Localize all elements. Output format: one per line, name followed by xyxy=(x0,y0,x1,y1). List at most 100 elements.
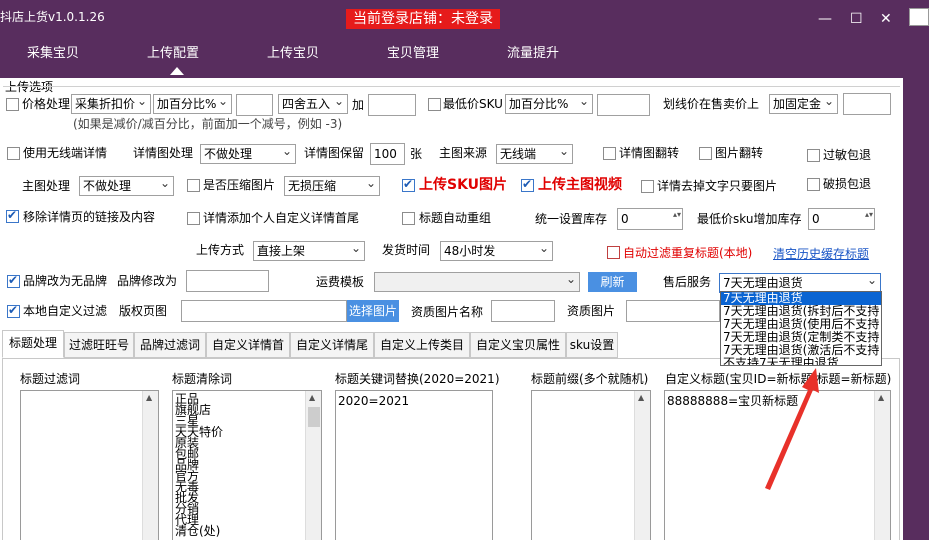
upload-sku-image-checkbox[interactable] xyxy=(402,177,415,192)
prefix-scrollbar[interactable]: ▲ xyxy=(634,391,650,540)
nav-tab-collect[interactable]: 采集宝贝 xyxy=(3,44,103,64)
clear-cache-link[interactable]: 清空历史缓存标题 xyxy=(773,246,869,262)
price-add-input[interactable] xyxy=(368,94,416,116)
nav-tab-upload-config[interactable]: 上传配置 xyxy=(123,44,223,64)
min-sku-stock-spinner[interactable]: 0 xyxy=(808,208,875,230)
local-filter-checkbox[interactable] xyxy=(7,303,20,318)
filter-words-textarea[interactable]: ▲ xyxy=(20,390,159,540)
maximize-button[interactable]: ☐ xyxy=(850,12,863,26)
qualification-name-input[interactable] xyxy=(491,300,555,322)
close-button[interactable]: ✕ xyxy=(880,12,892,26)
tab-custom-detail-head[interactable]: 自定义详情首 xyxy=(206,332,290,358)
price-source-select[interactable]: 采集折扣价 xyxy=(71,94,151,114)
clear-words-scrollbar[interactable]: ▲ xyxy=(305,391,321,540)
main-image-source-select[interactable]: 无线端 xyxy=(496,144,573,164)
shipping-template-select[interactable] xyxy=(374,272,580,292)
price-rounding-select[interactable]: 四舍五入 xyxy=(278,94,348,114)
tab-title-process[interactable]: 标题处理 xyxy=(2,330,64,358)
side-panel-button[interactable] xyxy=(909,8,929,26)
price-hint: (如果是减价/减百分比，前面加一个减号，例如 -3) xyxy=(73,117,343,131)
title-bar: 抖店上货v1.0.1.26 当前登录店铺：未登录 — ☐ ✕ 采集宝贝 上传配置… xyxy=(0,0,929,78)
image-flip-checkbox[interactable] xyxy=(699,147,712,160)
brand-modify-input[interactable] xyxy=(186,270,269,292)
upload-method-select[interactable]: 直接上架 xyxy=(253,241,365,261)
custom-title-scrollbar[interactable]: ▲ xyxy=(874,391,890,540)
price-mode-select[interactable]: 加百分比% xyxy=(153,94,232,114)
compress-select[interactable]: 无损压缩 xyxy=(284,176,380,196)
detail-flip-checkbox[interactable] xyxy=(603,147,616,160)
tab-sku-settings[interactable]: sku设置 xyxy=(566,332,618,358)
copyright-input[interactable] xyxy=(181,300,347,322)
wireless-detail-checkbox[interactable] xyxy=(7,147,20,160)
unified-stock-spinner[interactable]: 0 xyxy=(617,208,683,230)
after-sale-option[interactable]: 7天无理由退货(定制类不支持 xyxy=(721,331,881,344)
after-sale-option[interactable]: 7天无理由退货 xyxy=(721,292,881,305)
detail-image-label: 详情图处理 xyxy=(133,146,194,160)
broken-pack-checkbox[interactable] xyxy=(807,178,820,191)
min-sku-stock-label: 最低价sku增加库存 xyxy=(697,212,802,226)
keyword-replace-line: 2020=2021 xyxy=(338,394,410,408)
tab-custom-detail-tail[interactable]: 自定义详情尾 xyxy=(290,332,374,358)
after-sale-dropdown-list: 7天无理由退货 7天无理由退货(拆封后不支持 7天无理由退货(使用后不支持 7天… xyxy=(720,291,882,366)
detail-keep-input[interactable]: 100 xyxy=(370,143,405,165)
after-sale-select[interactable]: 7天无理由退货 xyxy=(719,273,881,293)
brand-to-none-checkbox[interactable] xyxy=(7,273,20,288)
qualification-image-input[interactable] xyxy=(626,300,720,322)
copyright-label: 版权页图 xyxy=(119,304,168,318)
qualification-image-label: 资质图片 xyxy=(567,304,616,318)
clear-words-textarea[interactable]: 正品 旗舰店 三星 天天特价 原装 包邮 品牌 官方 无毒 批发 分销 代理 清… xyxy=(172,390,322,540)
choose-image-button[interactable]: 选择图片 xyxy=(347,300,399,322)
upload-main-video-checkbox[interactable] xyxy=(521,177,534,192)
prefix-textarea[interactable]: ▲ xyxy=(531,390,651,540)
tab-brand-filter[interactable]: 品牌过滤词 xyxy=(134,332,206,358)
after-sale-option[interactable]: 7天无理由退货(拆封后不支持 xyxy=(721,305,881,318)
filter-words-scrollbar[interactable]: ▲ xyxy=(142,391,158,540)
strike-price-mode-select[interactable]: 加固定金 xyxy=(769,94,838,114)
tab-custom-attributes[interactable]: 自定义宝贝属性 xyxy=(470,332,566,358)
main-image-select[interactable]: 不做处理 xyxy=(79,176,174,196)
auto-regroup-label: 标题自动重组 xyxy=(419,211,492,225)
after-sale-option[interactable]: 7天无理由退货(使用后不支持 xyxy=(721,318,881,331)
min-sku-checkbox[interactable] xyxy=(428,98,441,111)
filter-words-title: 标题过滤词 xyxy=(20,372,81,386)
active-tab-caret xyxy=(170,67,184,75)
strike-price-input[interactable] xyxy=(843,93,891,115)
after-sale-option[interactable]: 7天无理由退货(激活后不支持 xyxy=(721,344,881,357)
tab-filter-wangwang[interactable]: 过滤旺旺号 xyxy=(64,332,134,358)
min-sku-mode-select[interactable]: 加百分比% xyxy=(505,94,593,114)
clear-words-title: 标题清除词 xyxy=(172,372,233,386)
main-image-source-label: 主图来源 xyxy=(439,146,488,160)
sensitive-pack-checkbox[interactable] xyxy=(807,149,820,162)
remove-links-label: 移除详情页的链接及内容 xyxy=(23,210,156,224)
price-process-checkbox[interactable] xyxy=(6,98,19,111)
tab-custom-category[interactable]: 自定义上传类目 xyxy=(374,332,470,358)
keyword-replace-textarea[interactable]: 2020=2021 xyxy=(335,390,493,540)
min-sku-input[interactable] xyxy=(597,94,650,116)
right-frame-strip xyxy=(903,78,929,540)
price-amount-input[interactable] xyxy=(236,94,273,116)
nav-tab-item-manage[interactable]: 宝贝管理 xyxy=(363,44,463,64)
qualification-name-label: 资质图片名称 xyxy=(411,305,484,319)
compress-checkbox[interactable] xyxy=(187,179,200,192)
price-add-label: 加 xyxy=(352,98,365,112)
auto-regroup-checkbox[interactable] xyxy=(402,212,415,225)
after-sale-label: 售后服务 xyxy=(663,275,712,289)
detail-remove-text-checkbox[interactable] xyxy=(641,180,654,193)
refresh-button[interactable]: 刷新 xyxy=(588,272,637,292)
detail-image-select[interactable]: 不做处理 xyxy=(200,144,296,164)
sensitive-pack-label: 过敏包退 xyxy=(823,148,872,162)
shipping-template-label: 运费模板 xyxy=(316,275,365,289)
add-custom-detail-checkbox[interactable] xyxy=(187,212,200,225)
wireless-detail-label: 使用无线端详情 xyxy=(23,146,108,160)
nav-tab-traffic[interactable]: 流量提升 xyxy=(483,44,583,64)
nav-tab-upload-items[interactable]: 上传宝贝 xyxy=(243,44,343,64)
minimize-button[interactable]: — xyxy=(818,12,832,26)
remove-links-checkbox[interactable] xyxy=(6,208,19,223)
auto-filter-dup-checkbox[interactable] xyxy=(607,246,620,259)
section-divider xyxy=(3,86,900,87)
detail-remove-text-label: 详情去掉文字只要图片 xyxy=(657,179,778,193)
unified-stock-label: 统一设置库存 xyxy=(535,212,608,226)
prefix-title: 标题前缀(多个就随机) xyxy=(531,372,649,386)
ship-time-select[interactable]: 48小时发 xyxy=(440,241,553,261)
broken-pack-label: 破损包退 xyxy=(823,177,872,191)
